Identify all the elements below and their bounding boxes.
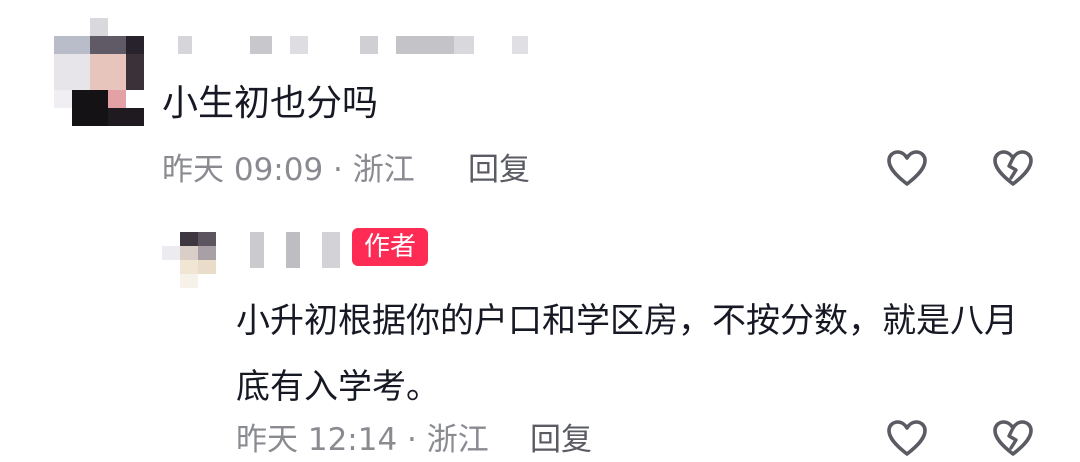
reply-button[interactable]: 回复	[530, 418, 592, 462]
heart-outline-icon[interactable]	[886, 148, 928, 190]
comment-text: 小升初根据你的户口和学区房，不按分数，就是八月底有入学考。	[236, 301, 1018, 407]
comment-meta: 昨天 12:14 · 浙江	[236, 422, 489, 458]
avatar[interactable]	[162, 232, 218, 290]
username-redacted	[178, 36, 538, 54]
username-redacted	[250, 232, 342, 268]
comment-text: 小生初也分吗	[162, 83, 379, 124]
avatar[interactable]	[54, 18, 144, 126]
author-badge: 作者	[352, 228, 428, 266]
comment-meta: 昨天 09:09 · 浙江	[162, 152, 415, 188]
heart-outline-icon[interactable]	[886, 418, 928, 460]
broken-heart-icon[interactable]	[992, 418, 1034, 460]
broken-heart-icon[interactable]	[992, 148, 1034, 190]
reply-button[interactable]: 回复	[468, 148, 530, 192]
